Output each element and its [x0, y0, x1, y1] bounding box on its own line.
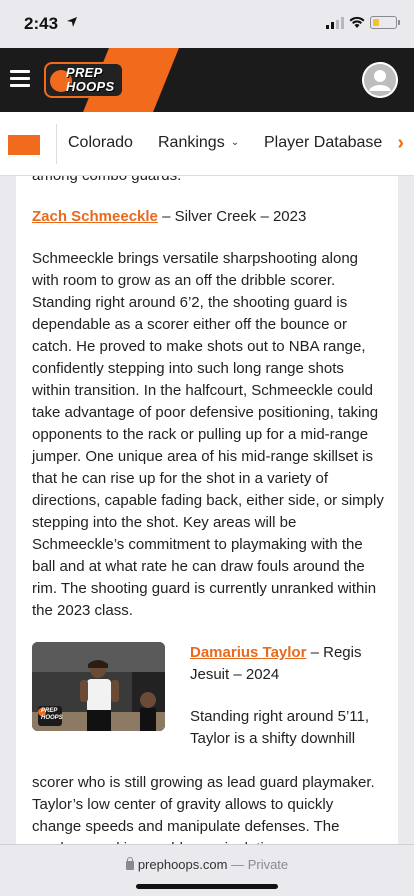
url-separator: —: [227, 857, 248, 872]
chevron-down-icon: ⌄: [230, 137, 240, 148]
player-details: – Silver Creek – 2023: [157, 208, 307, 225]
nav-item-rankings[interactable]: Rankings ⌄: [158, 134, 239, 152]
url-domain: prephoops.com: [137, 857, 228, 872]
logo-text: PREP HOOPS: [66, 65, 115, 94]
menu-icon[interactable]: [10, 70, 30, 88]
battery-cap: [398, 20, 400, 25]
user-avatar-icon[interactable]: [362, 62, 398, 98]
player-paragraph: Schmeeckle brings versatile sharpshootin…: [32, 250, 384, 619]
battery-icon: [370, 16, 397, 29]
status-time: 2:43: [24, 14, 59, 33]
wifi-icon: [349, 16, 365, 28]
previous-paragraph-tail: among combo guards.: [32, 176, 181, 187]
player-photo: PREP HOOPS: [32, 642, 165, 731]
article-container: among combo guards. Zach Schmeeckle – Si…: [16, 176, 398, 844]
url-display: prephoops.com — Private: [0, 857, 414, 872]
player-heading: Zach Schmeeckle – Silver Creek – 2023: [32, 206, 306, 228]
player-link-zach-schmeeckle[interactable]: Zach Schmeeckle: [32, 208, 158, 225]
nav-item-colorado[interactable]: Colorado: [68, 134, 133, 152]
player-heading: Damarius Taylor – Regis Jesuit – 2024: [190, 642, 384, 686]
player-link-damarius-taylor[interactable]: Damarius Taylor: [190, 644, 306, 661]
status-bar: 2:43: [0, 0, 414, 48]
nav-scroll-right-button[interactable]: ›: [384, 112, 414, 175]
cellular-signal-icon: [326, 17, 344, 29]
player-paragraph: Standing right around 5’11, Taylor is a …: [190, 708, 370, 747]
chevron-right-icon: ›: [397, 132, 404, 154]
nav-item-rankings-label: Rankings: [158, 134, 225, 151]
private-mode-label: Private: [247, 857, 289, 872]
prep-hoops-logo[interactable]: PREP HOOPS: [44, 62, 124, 98]
section-nav: Colorado Rankings ⌄ Player Database ›: [0, 112, 414, 176]
photo-watermark: PREP HOOPS: [41, 708, 63, 721]
lock-icon: [125, 857, 134, 870]
location-arrow-icon: [67, 17, 77, 27]
nav-item-player-database[interactable]: Player Database: [264, 134, 382, 152]
player-paragraph-continued: scorer who is still growing as lead guar…: [32, 774, 375, 844]
site-header: PREP HOOPS: [0, 48, 414, 112]
colorado-flag-icon[interactable]: [8, 135, 40, 155]
home-indicator[interactable]: [136, 884, 278, 889]
nav-divider: [56, 124, 57, 164]
